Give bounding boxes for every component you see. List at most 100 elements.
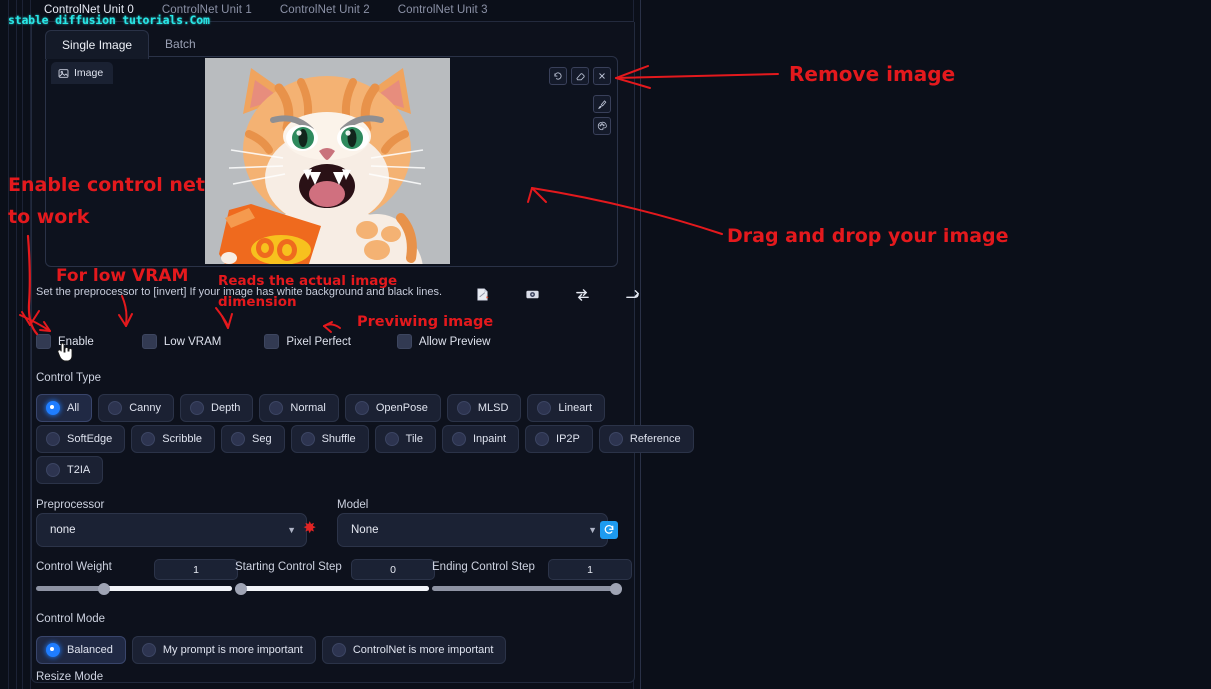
brush-icon[interactable] <box>593 95 611 113</box>
slider-fill <box>104 586 232 591</box>
resize-mode-label: Resize Mode <box>36 671 104 683</box>
image-source-tabs: Single Image Batch <box>45 30 212 59</box>
radio-icon <box>331 643 346 657</box>
swap-icon[interactable] <box>574 286 591 303</box>
image-tab[interactable]: Image <box>51 62 114 84</box>
control-mode-label-text: My prompt is more important <box>162 644 303 656</box>
control-type-normal[interactable]: Normal <box>259 394 339 422</box>
control-type-ip2p[interactable]: IP2P <box>525 425 593 453</box>
control-type-scribble[interactable]: Scribble <box>131 425 216 453</box>
preprocessor-value: none <box>50 524 76 536</box>
image-tab-label: Image <box>74 67 104 79</box>
tab-controlnet-unit-3[interactable]: ControlNet Unit 3 <box>384 0 502 21</box>
control-type-shuffle[interactable]: Shuffle <box>290 425 369 453</box>
control-type-lineart[interactable]: Lineart <box>527 394 606 422</box>
control-type-mlsd[interactable]: MLSD <box>446 394 522 422</box>
slider-thumb[interactable] <box>610 582 622 595</box>
chevron-down-icon: ▼ <box>287 525 296 535</box>
radio-icon <box>354 401 369 415</box>
tab-single-image[interactable]: Single Image <box>45 30 150 59</box>
control-weight-slider[interactable] <box>36 582 232 595</box>
tab-controlnet-unit-2[interactable]: ControlNet Unit 2 <box>266 0 384 21</box>
radio-icon <box>269 401 284 415</box>
panel-rail <box>8 0 9 689</box>
image-dropzone[interactable]: Image <box>45 56 618 267</box>
checkbox-box[interactable] <box>396 334 412 349</box>
control-mode-label-text: ControlNet is more important <box>352 644 494 656</box>
starting-control-step-slider[interactable] <box>235 582 429 595</box>
control-type-softedge[interactable]: SoftEdge <box>36 425 126 453</box>
webcam-icon[interactable] <box>524 286 541 303</box>
radio-icon <box>46 643 60 657</box>
control-mode-my-prompt[interactable]: My prompt is more important <box>131 636 316 664</box>
control-type-all[interactable]: All <box>36 394 93 422</box>
undo-icon[interactable] <box>549 67 567 85</box>
refresh-models-button[interactable] <box>600 521 618 539</box>
model-dropdown[interactable]: None ▼ <box>337 513 608 547</box>
control-type-reference[interactable]: Reference <box>598 425 694 453</box>
annotation-previewing-image: Previwing image <box>357 314 494 330</box>
control-type-openpose[interactable]: OpenPose <box>344 394 441 422</box>
checkbox-allow-preview[interactable]: Allow Preview <box>396 334 490 349</box>
open-new-canvas-icon[interactable] <box>474 286 491 303</box>
control-type-label-text: Lineart <box>558 402 593 414</box>
control-type-label-text: All <box>67 402 80 414</box>
control-mode-balanced[interactable]: Balanced <box>36 636 126 664</box>
control-type-label-text: Inpaint <box>472 433 507 445</box>
uploaded-image[interactable] <box>205 58 450 264</box>
option-checkboxes: Enable Low VRAM Pixel Perfect Allow Prev… <box>36 334 490 349</box>
control-type-tile[interactable]: Tile <box>374 425 436 453</box>
app-root: ControlNet Unit 0 ControlNet Unit 1 Cont… <box>0 0 1211 689</box>
control-type-row-1: All Canny Depth Normal OpenPose MLSD Lin… <box>36 394 606 422</box>
starting-control-step-value[interactable]: 0 <box>351 559 435 580</box>
control-type-label-text: Scribble <box>162 433 203 445</box>
control-type-row-2: SoftEdge Scribble Seg Shuffle Tile Inpai… <box>36 425 694 453</box>
checkbox-box[interactable] <box>141 334 157 349</box>
panel-rail <box>22 0 23 689</box>
slider-thumb[interactable] <box>235 582 247 595</box>
checkbox-pixel-perfect-label: Pixel Perfect <box>286 335 351 348</box>
control-type-depth[interactable]: Depth <box>180 394 254 422</box>
radio-icon <box>190 401 205 415</box>
checkbox-low-vram-label: Low VRAM <box>163 335 222 348</box>
radio-icon <box>535 432 550 446</box>
slider-thumb[interactable] <box>98 582 110 595</box>
control-mode-label-text: Balanced <box>67 644 113 656</box>
annotation-enable-line2: to work <box>8 206 90 228</box>
checkbox-box[interactable] <box>264 334 280 349</box>
annotation-drag-drop: Drag and drop your image <box>727 225 1009 247</box>
control-type-label-text: Normal <box>290 402 326 414</box>
control-type-label-text: SoftEdge <box>67 433 113 445</box>
star-burst-icon[interactable]: ✸ <box>303 521 316 537</box>
radio-icon <box>141 432 156 446</box>
model-label: Model <box>337 499 369 511</box>
model-value: None <box>351 524 379 536</box>
ending-control-step-value[interactable]: 1 <box>548 559 632 580</box>
control-type-label-text: Shuffle <box>321 433 356 445</box>
control-type-inpaint[interactable]: Inpaint <box>441 425 520 453</box>
preprocessor-dropdown[interactable]: none ▼ <box>36 513 307 547</box>
checkbox-pixel-perfect[interactable]: Pixel Perfect <box>264 334 351 349</box>
control-type-label-text: Seg <box>252 433 272 445</box>
control-type-label-text: OpenPose <box>375 402 428 414</box>
annotation-reads-dimension-line2: dimension <box>218 294 297 310</box>
eraser-icon[interactable] <box>571 67 589 85</box>
color-palette-icon[interactable] <box>593 117 611 135</box>
ending-control-step-slider[interactable] <box>432 582 622 595</box>
control-type-seg[interactable]: Seg <box>221 425 285 453</box>
close-icon[interactable] <box>593 67 611 85</box>
checkbox-box[interactable] <box>36 334 51 349</box>
send-icon[interactable] <box>624 286 641 303</box>
control-mode-label: Control Mode <box>36 613 106 625</box>
image-draw-toolbar <box>593 95 611 135</box>
control-weight-label: Control Weight <box>36 561 112 573</box>
radio-icon <box>300 432 315 446</box>
control-weight-value[interactable]: 1 <box>154 559 238 580</box>
checkbox-low-vram[interactable]: Low VRAM <box>141 334 222 349</box>
image-toolbar <box>549 67 611 85</box>
control-mode-controlnet[interactable]: ControlNet is more important <box>321 636 507 664</box>
starting-control-step-label: Starting Control Step <box>235 561 342 573</box>
tab-batch[interactable]: Batch <box>149 30 212 59</box>
control-type-canny[interactable]: Canny <box>98 394 175 422</box>
control-type-t2ia[interactable]: T2IA <box>36 456 104 484</box>
